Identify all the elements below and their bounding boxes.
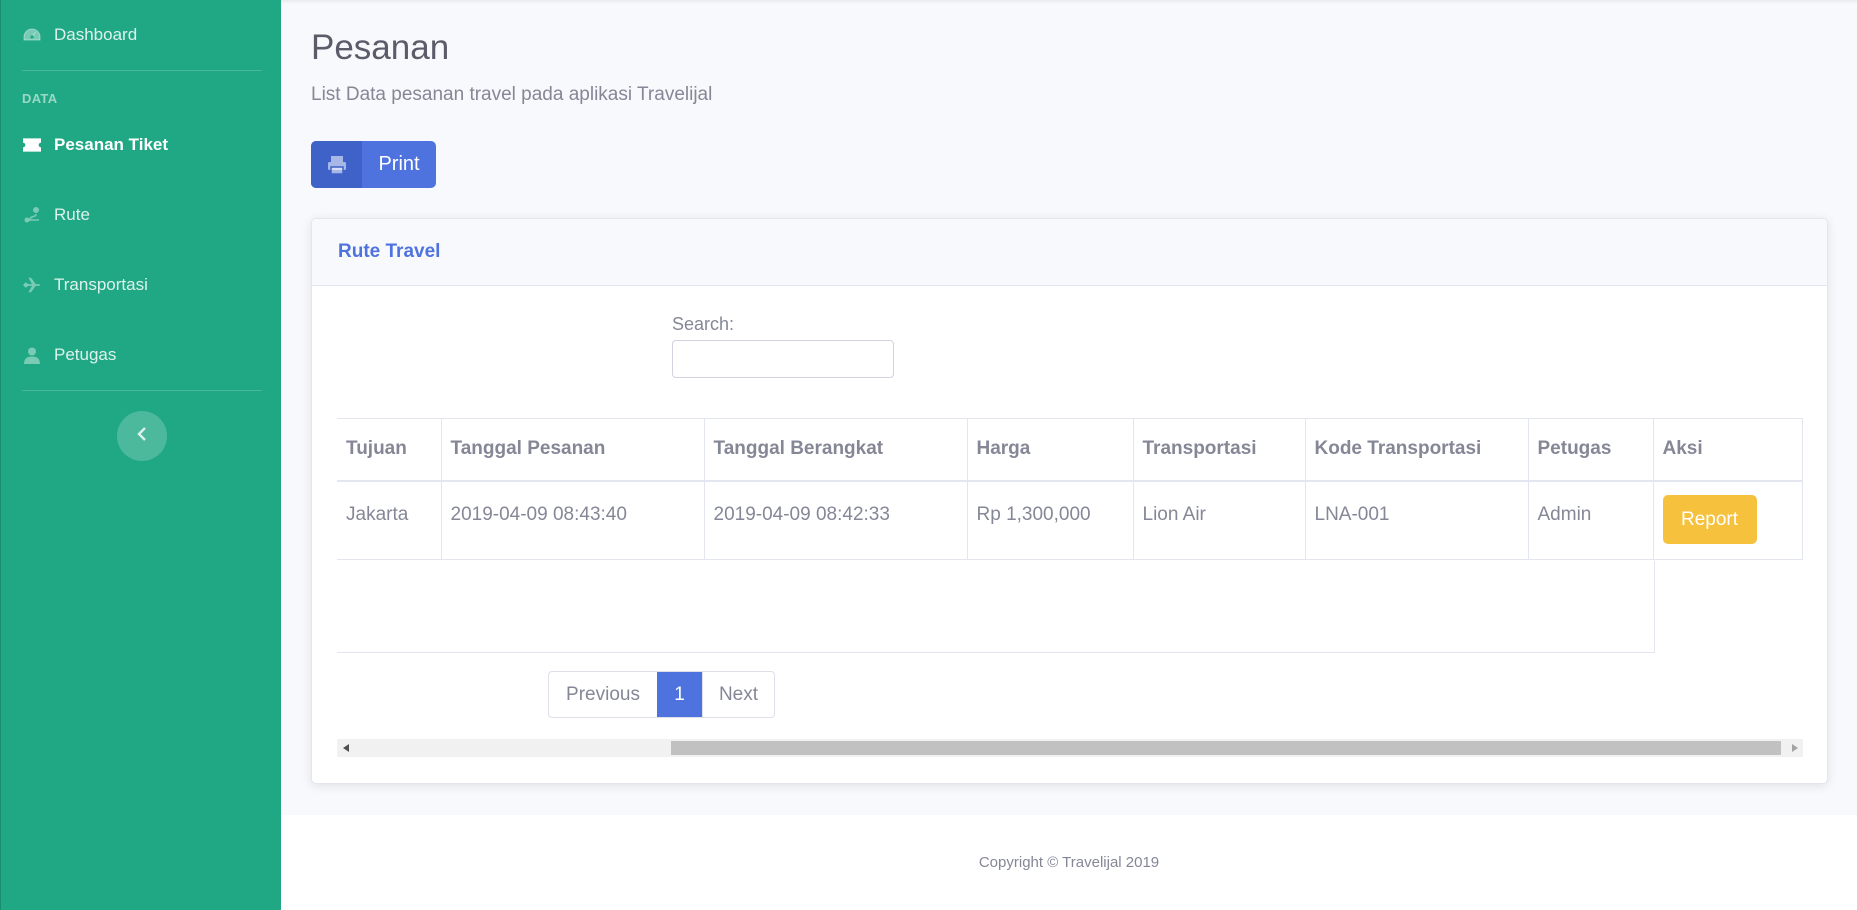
sidebar-toggle-button[interactable] bbox=[117, 411, 167, 461]
sidebar-item-petugas[interactable]: Petugas bbox=[1, 335, 282, 375]
ticket-icon bbox=[23, 136, 41, 154]
table-row: Jakarta 2019-04-09 08:43:40 2019-04-09 0… bbox=[337, 480, 1803, 560]
cell-petugas: Admin bbox=[1527, 480, 1653, 560]
topbar-shadow bbox=[281, 0, 1857, 4]
card-header: Rute Travel bbox=[312, 219, 1827, 286]
horizontal-scrollbar[interactable] bbox=[337, 739, 1803, 757]
printer-icon bbox=[311, 141, 362, 188]
sidebar-item-label: Rute bbox=[54, 205, 90, 224]
cell-harga: Rp 1,300,000 bbox=[966, 480, 1133, 560]
orders-table: Tujuan Tanggal Pesanan Tanggal Berangkat… bbox=[337, 418, 1803, 560]
sidebar-divider bbox=[22, 70, 262, 71]
print-button[interactable]: Print bbox=[311, 141, 436, 188]
sidebar-heading: DATA bbox=[22, 91, 58, 106]
sidebar-item-label: Transportasi bbox=[54, 275, 148, 294]
copyright-text: Copyright © Travelijal 2019 bbox=[978, 854, 1160, 871]
search-input[interactable] bbox=[672, 340, 894, 378]
pagination-previous[interactable]: Previous bbox=[549, 672, 657, 717]
report-button[interactable]: Report bbox=[1662, 495, 1757, 545]
sidebar-item-transportasi[interactable]: Transportasi bbox=[1, 265, 282, 305]
rute-travel-card: Rute Travel Search: Tujuan Tanggal Pesan… bbox=[311, 218, 1828, 784]
user-icon bbox=[23, 346, 41, 364]
page-title: Pesanan bbox=[311, 28, 450, 67]
sidebar-item-rute[interactable]: Rute bbox=[1, 195, 282, 235]
column-header-tanggal-pesanan[interactable]: Tanggal Pesanan bbox=[440, 418, 704, 482]
column-header-transportasi[interactable]: Transportasi bbox=[1132, 418, 1305, 482]
table-empty-area bbox=[337, 561, 1655, 653]
search-label: Search: bbox=[672, 314, 735, 334]
sidebar-item-label: Pesanan Tiket bbox=[54, 135, 169, 154]
print-button-label: Print bbox=[378, 153, 420, 175]
cell-tujuan: Jakarta bbox=[337, 480, 441, 560]
pagination: Previous 1 Next bbox=[548, 671, 775, 718]
sidebar: Dashboard DATA Pesanan Tiket Rute Transp… bbox=[0, 0, 281, 910]
column-header-aksi[interactable]: Aksi bbox=[1652, 418, 1803, 482]
pagination-page-1[interactable]: 1 bbox=[657, 672, 702, 717]
footer: Copyright © Travelijal 2019 bbox=[281, 815, 1857, 910]
page-subtitle: List Data pesanan travel pada aplikasi T… bbox=[311, 84, 713, 105]
cell-kode-transportasi: LNA-001 bbox=[1304, 480, 1528, 560]
dashboard-icon bbox=[23, 26, 41, 44]
cell-tanggal-pesanan: 2019-04-09 08:43:40 bbox=[440, 480, 704, 560]
cell-transportasi: Lion Air bbox=[1132, 480, 1305, 560]
column-header-petugas[interactable]: Petugas bbox=[1527, 418, 1653, 482]
column-header-harga[interactable]: Harga bbox=[966, 418, 1133, 482]
pagination-next[interactable]: Next bbox=[702, 672, 774, 717]
scrollbar-thumb[interactable] bbox=[671, 741, 1781, 755]
column-header-tujuan[interactable]: Tujuan bbox=[337, 418, 441, 482]
sidebar-item-label: Petugas bbox=[54, 345, 117, 364]
scroll-right-icon[interactable] bbox=[1786, 739, 1803, 757]
cell-tanggal-berangkat: 2019-04-09 08:42:33 bbox=[703, 480, 967, 560]
chevron-left-icon bbox=[137, 426, 147, 446]
card-title: Rute Travel bbox=[338, 241, 441, 262]
cell-aksi: Report bbox=[1652, 480, 1803, 560]
plane-icon bbox=[23, 276, 41, 294]
scroll-left-icon[interactable] bbox=[337, 739, 354, 757]
table-header-row: Tujuan Tanggal Pesanan Tanggal Berangkat… bbox=[337, 418, 1803, 482]
sidebar-item-label: Dashboard bbox=[54, 25, 138, 44]
route-icon bbox=[23, 206, 41, 224]
sidebar-item-dashboard[interactable]: Dashboard bbox=[1, 15, 282, 55]
column-header-tanggal-berangkat[interactable]: Tanggal Berangkat bbox=[703, 418, 967, 482]
sidebar-item-pesanan-tiket[interactable]: Pesanan Tiket bbox=[1, 125, 282, 165]
column-header-kode-transportasi[interactable]: Kode Transportasi bbox=[1304, 418, 1528, 482]
sidebar-divider bbox=[22, 390, 262, 391]
